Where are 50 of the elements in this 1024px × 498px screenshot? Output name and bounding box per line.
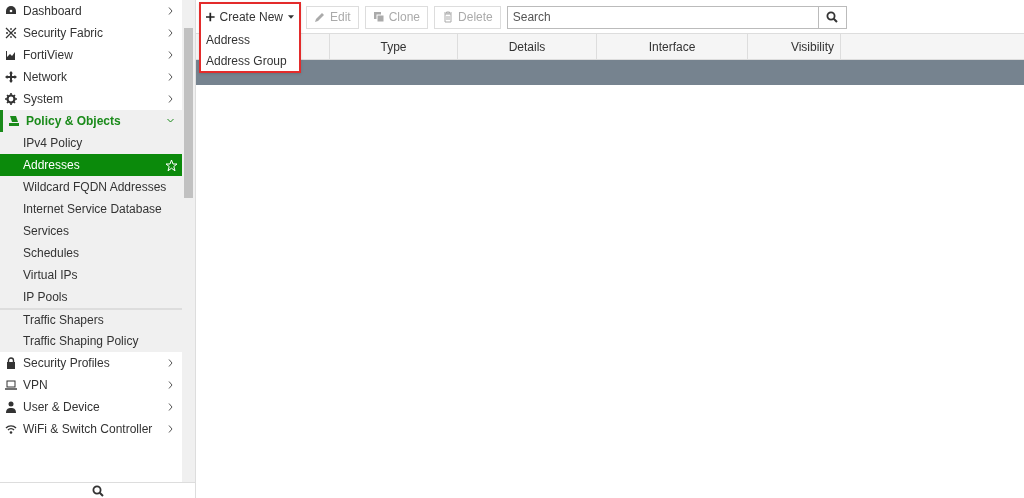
nav-subitem[interactable]: Services	[0, 220, 183, 242]
column-header[interactable]: Type	[330, 34, 458, 59]
search-icon	[826, 11, 839, 23]
column-header[interactable]: Interface	[597, 34, 748, 59]
gauge-icon	[5, 5, 17, 17]
nav-subitem[interactable]: Traffic Shaping Policy	[0, 330, 183, 352]
chevron-icon	[167, 95, 175, 103]
laptop-icon	[5, 379, 17, 391]
settings-icon	[5, 93, 17, 105]
chevron-icon	[167, 29, 175, 37]
pencil-icon	[314, 11, 326, 23]
nav-subitem[interactable]: Addresses	[0, 154, 183, 176]
column-header[interactable]: Details	[458, 34, 597, 59]
chevron-icon	[167, 381, 175, 389]
menu-item[interactable]: Address	[201, 29, 299, 50]
chevron-icon	[167, 51, 175, 59]
flag-icon	[8, 115, 20, 127]
nav-subitem[interactable]: Schedules	[0, 242, 183, 264]
nav-subitem[interactable]: Virtual IPs	[0, 264, 183, 286]
caret-icon	[287, 14, 294, 19]
nav-subitem[interactable]: IPv4 Policy	[0, 132, 183, 154]
chevron-icon	[167, 425, 175, 433]
wifi-icon	[5, 423, 17, 435]
nav-subitem[interactable]: Internet Service Database	[0, 198, 183, 220]
arrows-icon	[5, 71, 17, 83]
nav-item[interactable]: Policy & Objects	[0, 110, 183, 132]
copy-icon	[372, 11, 385, 23]
chevron-icon	[167, 403, 175, 411]
chevron-icon	[167, 117, 175, 125]
lock-icon	[5, 357, 17, 369]
area-chart-icon	[5, 49, 17, 61]
scrollbar[interactable]	[182, 0, 195, 482]
search-field[interactable]: Search	[506, 5, 847, 29]
create-new-button[interactable]: Create New	[201, 4, 299, 29]
user-icon	[5, 401, 17, 413]
nav-subitem[interactable]: Traffic Shapers	[0, 308, 183, 330]
search-input[interactable]: Search	[507, 6, 818, 28]
chevron-icon	[167, 7, 175, 15]
scrollbar-thumb[interactable]	[184, 28, 194, 198]
nav-subitem[interactable]: IP Pools	[0, 286, 183, 308]
trash-icon	[442, 11, 455, 23]
column-header[interactable]: Visibility	[748, 34, 841, 59]
menu-item[interactable]: Address Group	[201, 50, 299, 71]
chevron-icon	[167, 359, 175, 367]
plus-icon	[206, 11, 215, 22]
chevron-icon	[167, 73, 175, 81]
cross-icon	[5, 27, 17, 39]
search-icon[interactable]	[91, 484, 104, 497]
nav-subitem[interactable]: Wildcard FQDN Addresses	[0, 176, 183, 198]
star-icon[interactable]	[165, 158, 179, 172]
